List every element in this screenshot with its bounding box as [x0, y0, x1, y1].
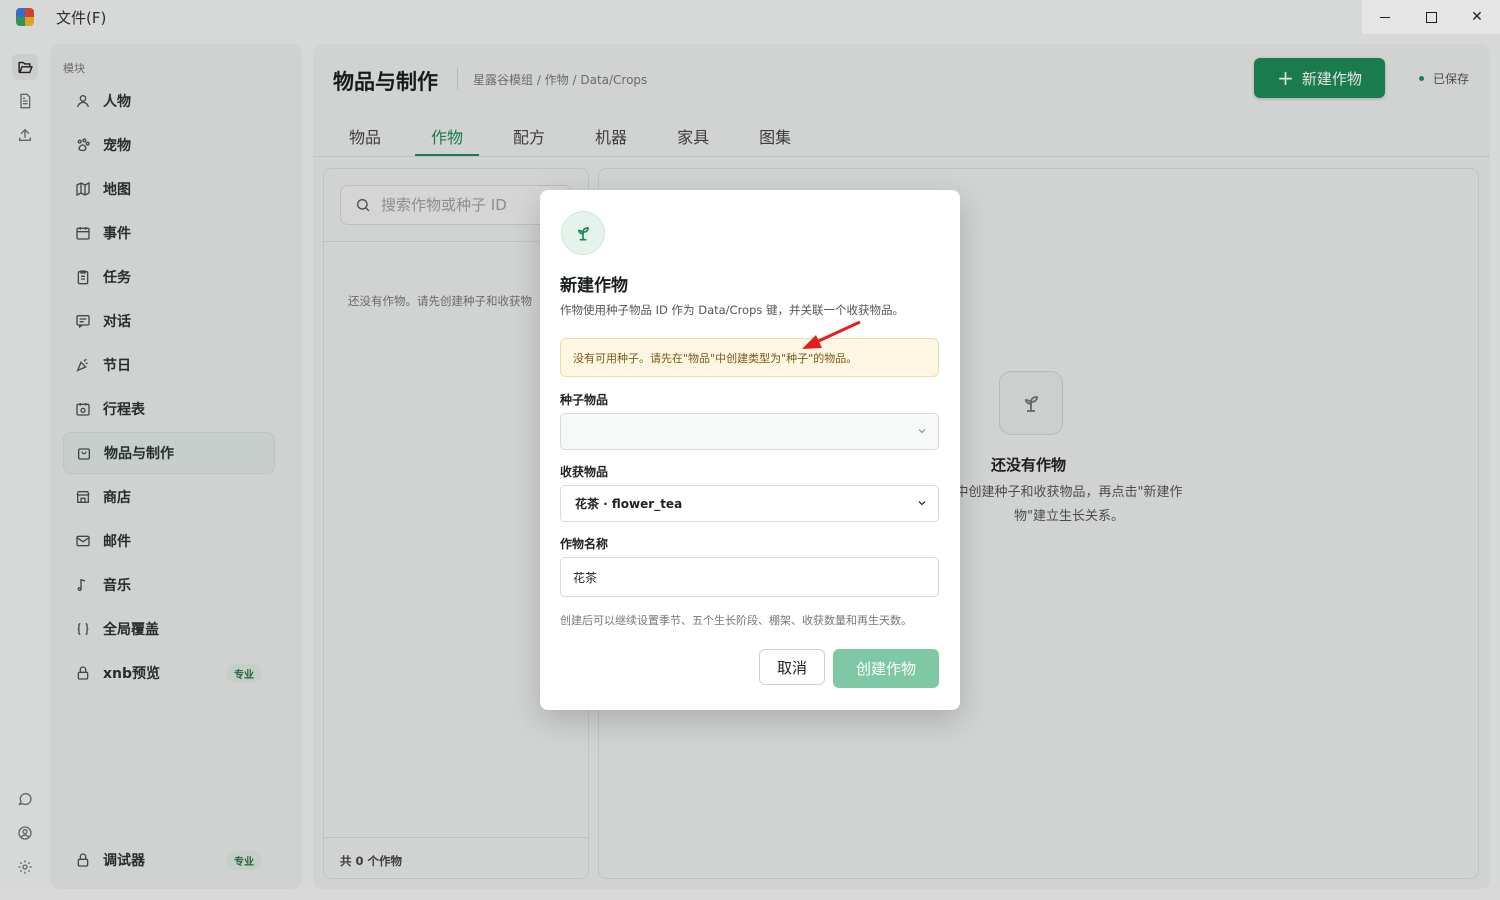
sprout-icon	[561, 211, 605, 255]
chevron-down-icon	[916, 497, 928, 512]
create-crop-button[interactable]: 创建作物	[833, 649, 939, 688]
dialog-title: 新建作物	[560, 276, 628, 296]
harvest-item-select[interactable]: 花茶 · flower_tea	[560, 485, 939, 522]
harvest-item-value: 花茶 · flower_tea	[575, 497, 683, 511]
crop-name-label: 作物名称	[560, 537, 609, 551]
chevron-down-icon	[916, 425, 928, 440]
harvest-item-label: 收获物品	[560, 465, 609, 479]
annotation-arrow-icon	[802, 320, 861, 349]
seed-item-select[interactable]	[560, 413, 939, 450]
crop-name-input[interactable]	[560, 557, 939, 597]
seed-item-label: 种子物品	[560, 393, 609, 407]
dialog-description: 作物使用种子物品 ID 作为 Data/Crops 键，并关联一个收获物品。	[560, 303, 905, 317]
new-crop-dialog: 新建作物 作物使用种子物品 ID 作为 Data/Crops 键，并关联一个收获…	[540, 190, 960, 710]
no-seed-warning: 没有可用种子。请先在"物品"中创建类型为"种子"的物品。	[560, 338, 939, 377]
dialog-note: 创建后可以继续设置季节、五个生长阶段、棚架、收获数量和再生天数。	[560, 614, 912, 627]
cancel-button[interactable]: 取消	[759, 649, 825, 685]
